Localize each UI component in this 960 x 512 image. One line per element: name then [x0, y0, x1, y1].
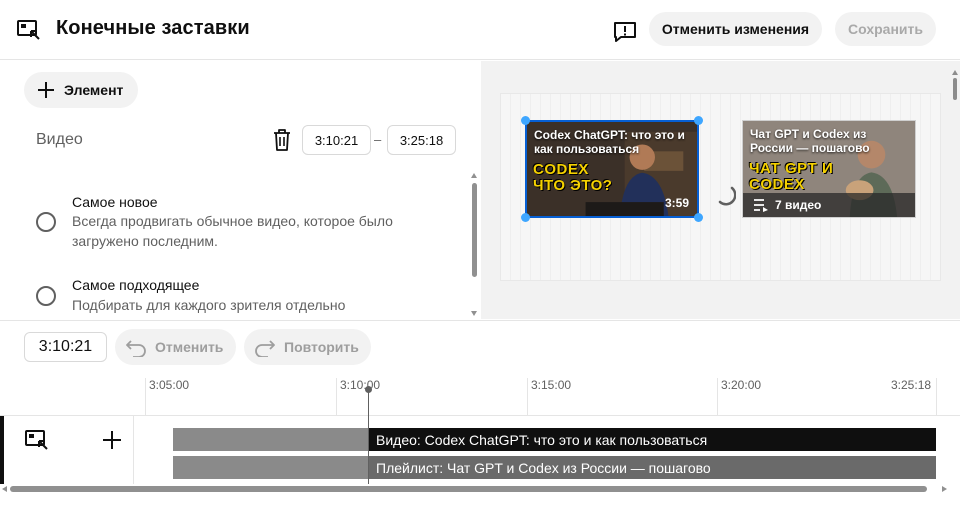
tick-label: 3:15:00: [531, 378, 572, 392]
add-track-element-icon[interactable]: [101, 429, 123, 451]
playlist-icon: [754, 199, 768, 212]
timeline-ruler[interactable]: 3:05:00 3:10:00 3:15:00 3:20:00 3:25:18: [0, 372, 960, 416]
page-title: Конечные заставки: [56, 17, 250, 39]
scroll-up-arrow[interactable]: [952, 70, 958, 75]
plus-icon: [38, 82, 54, 98]
video-element-card[interactable]: Codex ChatGPT: что это и как пользоватьс…: [525, 120, 699, 218]
video-segment-before[interactable]: [173, 428, 369, 451]
redo-button[interactable]: Повторить: [244, 329, 371, 365]
playlist-count-bar: 7 видео: [743, 193, 915, 217]
undo-button[interactable]: Отменить: [115, 329, 236, 365]
playlist-segment-before[interactable]: [173, 456, 369, 479]
redo-icon: [255, 340, 275, 357]
ruler-tick: [527, 378, 528, 416]
save-button[interactable]: Сохранить: [835, 12, 936, 46]
tick-label: 3:20:00: [721, 378, 762, 392]
add-element-label: Элемент: [64, 82, 124, 98]
time-range-dash: –: [374, 132, 382, 147]
element-type-label: Видео: [36, 131, 83, 148]
scroll-left-arrow[interactable]: [2, 486, 7, 492]
end-screen-icon: [17, 20, 40, 40]
redo-label: Повторить: [284, 339, 359, 355]
scroll-right-arrow[interactable]: [942, 486, 947, 492]
playlist-track-label: Плейлист: Чат GPT и Codex из России — по…: [376, 459, 711, 476]
discard-changes-button[interactable]: Отменить изменения: [649, 12, 822, 46]
tick-label: 3:25:18: [891, 378, 932, 392]
end-time-input[interactable]: 3:25:18: [387, 125, 456, 155]
ruler-tick: [145, 378, 146, 416]
video-card-title: Codex ChatGPT: что это и как пользоватьс…: [534, 128, 685, 156]
video-duration: 3:59: [664, 196, 689, 210]
radio-latest[interactable]: [36, 212, 56, 232]
loading-spinner-icon: [718, 186, 736, 206]
timeline-scrollbar[interactable]: [0, 484, 960, 494]
scroll-up-arrow[interactable]: [471, 173, 477, 178]
resize-handle[interactable]: [694, 213, 703, 222]
undo-label: Отменить: [155, 339, 224, 355]
playhead-handle[interactable]: [365, 386, 372, 393]
element-settings-panel: Элемент Видео 3:10:21 – 3:25:18 Самое но…: [0, 61, 480, 319]
playlist-card-title: Чат GPT и Codex из России — пошагово: [750, 127, 870, 155]
video-card-caption: CODEX ЧТО ЭТО?: [533, 161, 613, 194]
end-screen-icon: [25, 430, 48, 450]
header: Конечные заставки Отменить изменения Сох…: [0, 0, 960, 60]
playback-controls: 3:10:21 Отменить Повторить: [0, 320, 960, 372]
playlist-card-caption: ЧАТ GPT И CODEX: [749, 160, 834, 193]
option-best-description: Подбирать для каждого зрителя отдельно: [72, 297, 346, 313]
option-latest-description: Всегда продвигать обычное видео, которое…: [72, 213, 393, 249]
resize-handle[interactable]: [521, 116, 530, 125]
panel-scrollbar[interactable]: [470, 173, 478, 319]
radio-best-for-viewer[interactable]: [36, 286, 56, 306]
start-time-input[interactable]: 3:10:21: [302, 125, 371, 155]
option-latest-title: Самое новое: [72, 194, 158, 210]
undo-icon: [126, 340, 146, 357]
ruler-tick: [717, 378, 718, 416]
tick-label: 3:10:00: [340, 378, 381, 392]
scrollbar-thumb[interactable]: [10, 486, 927, 492]
tick-label: 3:05:00: [149, 378, 190, 392]
ruler-tick: [936, 378, 937, 416]
preview-scrollbar[interactable]: [950, 61, 960, 319]
video-track-label: Видео: Codex ChatGPT: что это и как поль…: [376, 431, 708, 448]
feedback-icon[interactable]: [612, 20, 638, 44]
current-time-input[interactable]: 3:10:21: [24, 332, 107, 362]
trash-icon[interactable]: [271, 128, 293, 152]
track-sidebar: [0, 416, 134, 484]
option-best-title: Самое подходящее: [72, 277, 200, 293]
scroll-down-arrow[interactable]: [471, 311, 477, 316]
resize-handle[interactable]: [694, 116, 703, 125]
playlist-element-card[interactable]: Чат GPT и Codex из России — пошагово ЧАТ…: [742, 120, 916, 218]
ruler-tick: [336, 378, 337, 416]
add-element-button[interactable]: Элемент: [24, 72, 138, 108]
scrollbar-thumb[interactable]: [472, 183, 477, 277]
resize-handle[interactable]: [521, 213, 530, 222]
playhead[interactable]: [368, 388, 369, 484]
scrollbar-thumb[interactable]: [953, 78, 957, 100]
playlist-video-count: 7 видео: [775, 198, 822, 212]
